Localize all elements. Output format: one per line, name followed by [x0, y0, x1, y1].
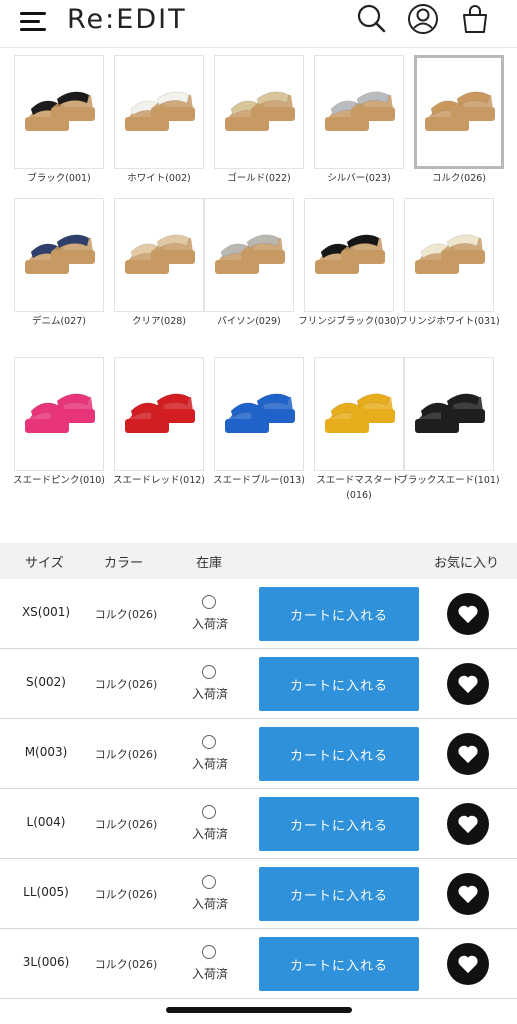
row-stock: 入荷済 [191, 967, 228, 981]
color-swatch[interactable]: スエードブルー(013) [213, 357, 305, 488]
header-color: カラー [104, 556, 144, 571]
swatch-label: デニム(027) [31, 316, 87, 327]
row-size: 3L(006) [22, 955, 70, 969]
search-icon[interactable] [354, 2, 388, 36]
account-icon[interactable] [406, 2, 440, 36]
header: Re:EDIT [0, 0, 517, 44]
header-stock: 在庫 [196, 556, 223, 571]
table-row: L(004) コルク(026) 入荷済 カートに入れる [0, 789, 517, 859]
row-color: コルク(026) [94, 818, 158, 831]
row-stock: 入荷済 [191, 617, 228, 631]
row-color: コルク(026) [94, 678, 158, 691]
swatch-label: シルバー(023) [327, 173, 391, 184]
swatch-label: フリンジブラック(030) [298, 316, 400, 327]
color-swatch[interactable]: フリンジブラック(030) [298, 198, 400, 329]
swatch-label: ブラックスエード(101) [398, 475, 500, 486]
row-size: S(002) [26, 675, 66, 689]
swatch-label: フリンジホワイト(031) [398, 316, 500, 327]
sandal-image [114, 357, 204, 471]
cart-bag-icon[interactable] [458, 2, 492, 36]
stock-circle-icon [202, 805, 216, 819]
row-stock: 入荷済 [191, 757, 228, 771]
swatch-label: ホワイト(002) [127, 173, 191, 184]
row-stock: 入荷済 [191, 687, 228, 701]
color-swatch[interactable]: パイソン(029) [204, 198, 294, 329]
site-logo[interactable]: Re:EDIT [67, 4, 187, 35]
table-row: LL(005) コルク(026) 入荷済 カートに入れる [0, 859, 517, 929]
sandal-image [14, 357, 104, 471]
sandal-image [114, 55, 204, 169]
header-divider [0, 47, 517, 48]
color-swatch[interactable]: スエードレッド(012) [113, 357, 205, 488]
stock-circle-icon [202, 945, 216, 959]
row-color: コルク(026) [94, 748, 158, 761]
add-to-cart-button[interactable]: カートに入れる [259, 797, 419, 851]
menu-icon[interactable] [20, 10, 48, 32]
table-row: S(002) コルク(026) 入荷済 カートに入れる [0, 649, 517, 719]
add-to-cart-button[interactable]: カートに入れる [259, 587, 419, 641]
favorite-heart-icon[interactable] [447, 663, 489, 705]
color-swatch[interactable]: フリンジホワイト(031) [398, 198, 500, 329]
favorite-heart-icon[interactable] [447, 733, 489, 775]
sandal-image [14, 55, 104, 169]
stock-circle-icon [202, 735, 216, 749]
swatch-label: スエードレッド(012) [112, 475, 206, 486]
stock-circle-icon [202, 665, 216, 679]
color-swatch[interactable]: ホワイト(002) [114, 55, 204, 186]
color-swatch[interactable]: スエードピンク(010) [13, 357, 105, 488]
home-indicator [166, 1007, 352, 1013]
table-row: M(003) コルク(026) 入荷済 カートに入れる [0, 719, 517, 789]
sandal-image [214, 357, 304, 471]
row-color: コルク(026) [94, 958, 158, 971]
favorite-heart-icon[interactable] [447, 803, 489, 845]
color-swatch[interactable]: コルク(026) [414, 55, 504, 186]
row-size: M(003) [24, 745, 68, 759]
add-to-cart-button[interactable]: カートに入れる [259, 937, 419, 991]
sandal-image [304, 198, 394, 312]
color-swatch[interactable]: デニム(027) [14, 198, 104, 329]
swatch-label: ゴールド(022) [227, 173, 291, 184]
swatch-label: コルク(026) [431, 173, 487, 184]
row-stock: 入荷済 [191, 827, 228, 841]
row-size: XS(001) [21, 605, 71, 619]
stock-circle-icon [202, 595, 216, 609]
add-to-cart-button[interactable]: カートに入れる [259, 867, 419, 921]
sandal-image [214, 55, 304, 169]
color-swatch[interactable]: シルバー(023) [314, 55, 404, 186]
table-row: 3L(006) コルク(026) 入荷済 カートに入れる [0, 929, 517, 999]
swatch-label: スエードブルー(013) [212, 475, 306, 486]
stock-circle-icon [202, 875, 216, 889]
color-swatch[interactable]: クリア(028) [114, 198, 204, 329]
sandal-image [114, 198, 204, 312]
swatch-label: ブラック(001) [27, 173, 91, 184]
color-swatch[interactable]: ゴールド(022) [214, 55, 304, 186]
color-swatch[interactable]: ブラックスエード(101) [398, 357, 500, 488]
row-size: LL(005) [23, 885, 69, 899]
header-size: サイズ [25, 556, 64, 571]
add-to-cart-button[interactable]: カートに入れる [259, 727, 419, 781]
row-color: コルク(026) [94, 608, 158, 621]
color-swatch[interactable]: ブラック(001) [14, 55, 104, 186]
favorite-heart-icon[interactable] [447, 593, 489, 635]
table-row: XS(001) コルク(026) 入荷済 カートに入れる [0, 579, 517, 649]
header-favorite: お気に入り [434, 556, 500, 571]
swatch-label: スエードピンク(010) [12, 475, 106, 486]
add-to-cart-button[interactable]: カートに入れる [259, 657, 419, 711]
sandal-image [414, 55, 504, 169]
favorite-heart-icon[interactable] [447, 873, 489, 915]
row-stock: 入荷済 [191, 897, 228, 911]
row-size: L(004) [26, 815, 66, 829]
sandal-image [404, 198, 494, 312]
sandal-image [14, 198, 104, 312]
sandal-image [404, 357, 494, 471]
sandal-image [314, 55, 404, 169]
stock-table-header: サイズ カラー 在庫 お気に入り [0, 543, 517, 579]
swatch-label: パイソン(029) [217, 316, 281, 327]
favorite-heart-icon[interactable] [447, 943, 489, 985]
color-swatch[interactable]: スエードマスタード(016) [314, 357, 404, 503]
sandal-image [204, 198, 294, 312]
row-color: コルク(026) [94, 888, 158, 901]
sandal-image [314, 357, 404, 471]
